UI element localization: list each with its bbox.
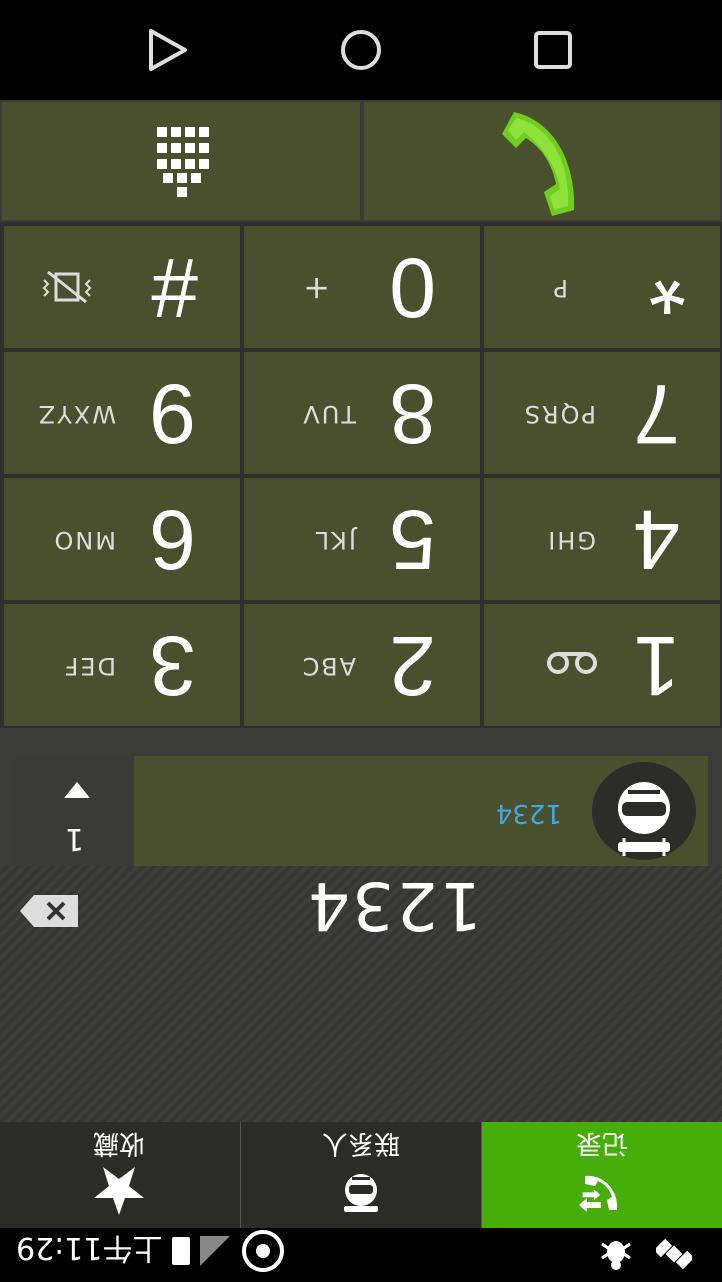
battery-icon xyxy=(172,1237,191,1265)
key-7[interactable]: 7 PQRS xyxy=(484,352,720,474)
key-star[interactable]: * P xyxy=(484,226,720,348)
vibrate-off-icon xyxy=(42,270,92,304)
suggestion-count: 1 xyxy=(64,821,84,856)
tab-call-log[interactable]: 记录 xyxy=(482,1122,722,1228)
star-icon xyxy=(94,1167,144,1215)
key-9[interactable]: 9 WXYZ xyxy=(4,352,240,474)
home-button[interactable] xyxy=(336,25,386,75)
backspace-icon[interactable] xyxy=(20,895,78,927)
tab-contacts[interactable]: 联系人 xyxy=(241,1122,482,1228)
sync-icon xyxy=(242,1230,285,1272)
tab-contacts-label: 联系人 xyxy=(322,1128,401,1158)
contact-avatar-icon xyxy=(618,782,670,856)
key-0[interactable]: 0 + xyxy=(244,226,480,348)
contact-suggestion[interactable]: 1234 1 xyxy=(12,756,708,866)
recents-icon xyxy=(534,31,572,69)
signal-icon xyxy=(200,1236,231,1266)
dialpad-toggle-button[interactable] xyxy=(2,102,360,220)
voicemail-icon xyxy=(547,652,597,674)
status-bar: 上午11:29 xyxy=(0,1228,722,1282)
action-row xyxy=(0,100,722,220)
key-3[interactable]: 3 DEF xyxy=(4,604,240,726)
back-button[interactable] xyxy=(144,25,194,75)
key-4[interactable]: 4 GHI xyxy=(484,478,720,600)
back-icon xyxy=(149,29,187,71)
tab-call-log-label: 记录 xyxy=(576,1128,629,1158)
key-1[interactable]: 1 xyxy=(484,604,720,726)
chevron-down-icon xyxy=(64,782,90,798)
tab-bar: 记录 联系人 收藏 xyxy=(0,1122,722,1228)
dial-keypad: 1 2 ABC 3 DEF 4 GHI 5 JKL 6 MNO 7 PQRS 8… xyxy=(0,222,722,728)
key-6[interactable]: 6 MNO xyxy=(4,478,240,600)
recents-button[interactable] xyxy=(528,25,578,75)
dialer-screen: 上午11:29 记录 联系人 收藏 1234 1234 1 1 2 ABC 3 … xyxy=(0,0,722,1282)
dialpad-icon xyxy=(157,127,209,197)
avatar xyxy=(592,762,696,860)
key-2[interactable]: 2 ABC xyxy=(244,604,480,726)
tab-favorites-label: 收藏 xyxy=(93,1128,146,1158)
key-hash[interactable]: # xyxy=(4,226,240,348)
satellite-icon xyxy=(656,1238,692,1270)
dialed-number: 1234 xyxy=(306,867,482,944)
key-8[interactable]: 8 TUV xyxy=(244,352,480,474)
suggestion-expand-button[interactable]: 1 xyxy=(12,756,134,866)
navigation-bar xyxy=(0,0,722,100)
contacts-icon xyxy=(344,1174,378,1212)
bug-icon xyxy=(601,1241,631,1270)
call-log-icon xyxy=(579,1175,618,1212)
phone-call-icon xyxy=(502,112,575,216)
key-5[interactable]: 5 JKL xyxy=(244,478,480,600)
tab-favorites[interactable]: 收藏 xyxy=(0,1122,241,1228)
call-button[interactable] xyxy=(364,102,720,220)
suggestion-number: 1234 xyxy=(495,798,562,828)
clock: 上午11:29 xyxy=(16,1230,163,1265)
home-icon xyxy=(341,30,381,70)
number-display-area: 1234 xyxy=(0,866,722,1122)
